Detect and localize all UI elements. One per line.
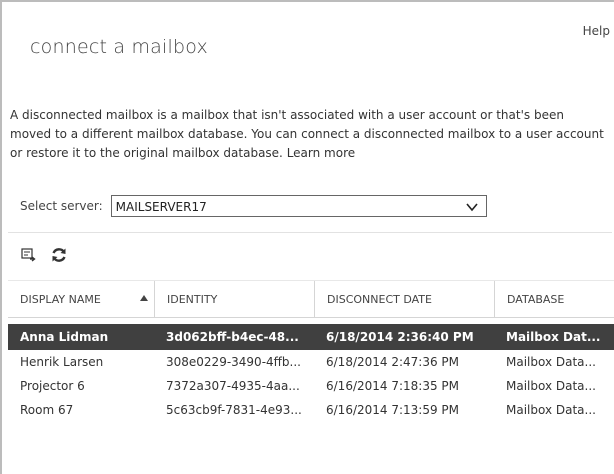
server-selector: Select server: MAILSERVER17: [20, 193, 487, 219]
description: A disconnected mailbox is a mailbox that…: [10, 106, 606, 163]
sort-ascending-icon: [140, 295, 148, 301]
column-header-display-name[interactable]: DISPLAY NAME: [8, 281, 154, 317]
refresh-icon: [52, 248, 66, 262]
cell-identity: 7372a307-4935-4aa...: [166, 379, 300, 393]
table-row[interactable]: Projector 6 7372a307-4935-4aa... 6/16/20…: [8, 374, 614, 398]
cell-disconnect-date: 6/18/2014 2:36:40 PM: [326, 330, 474, 344]
table-header: DISPLAY NAME IDENTITY DISCONNECT DATE DA…: [8, 280, 614, 318]
cell-display-name: Henrik Larsen: [20, 355, 104, 369]
learn-more-link[interactable]: Learn more: [287, 146, 355, 160]
cell-database: Mailbox Dat...: [506, 330, 601, 344]
cell-disconnect-date: 6/16/2014 7:13:59 PM: [326, 403, 460, 417]
cell-database: Mailbox Data...: [506, 355, 596, 369]
cell-display-name: Projector 6: [20, 379, 85, 393]
server-dropdown[interactable]: MAILSERVER17: [110, 195, 487, 217]
column-header-identity[interactable]: IDENTITY: [154, 281, 314, 317]
table-row[interactable]: Room 67 5c63cb9f-7831-4e93... 6/16/2014 …: [8, 398, 614, 422]
mailbox-table: DISPLAY NAME IDENTITY DISCONNECT DATE DA…: [8, 280, 614, 422]
server-label: Select server:: [20, 199, 103, 213]
cell-disconnect-date: 6/16/2014 7:18:35 PM: [326, 379, 460, 393]
refresh-button[interactable]: [50, 246, 68, 264]
cell-identity: 308e0229-3490-4ffb...: [166, 355, 301, 369]
cell-database: Mailbox Data...: [506, 379, 596, 393]
table-row[interactable]: Anna Lidman 3d062bff-b4ec-48... 6/18/201…: [8, 324, 614, 350]
divider: [8, 232, 612, 233]
cell-identity: 5c63cb9f-7831-4e93...: [166, 403, 302, 417]
toolbar: [20, 244, 68, 266]
cell-disconnect-date: 6/18/2014 2:47:36 PM: [326, 355, 460, 369]
table-row[interactable]: Henrik Larsen 308e0229-3490-4ffb... 6/18…: [8, 350, 614, 374]
cell-display-name: Anna Lidman: [20, 330, 109, 344]
server-value: MAILSERVER17: [115, 200, 207, 214]
page-title: connect a mailbox: [30, 36, 208, 58]
connect-icon: [21, 248, 36, 262]
help-link[interactable]: Help: [583, 24, 610, 38]
column-header-disconnect-date[interactable]: DISCONNECT DATE: [314, 281, 494, 317]
cell-display-name: Room 67: [20, 403, 74, 417]
column-header-database[interactable]: DATABASE: [494, 281, 614, 317]
cell-identity: 3d062bff-b4ec-48...: [166, 330, 299, 344]
connect-button[interactable]: [20, 246, 38, 264]
chevron-down-icon: [466, 203, 478, 212]
cell-database: Mailbox Data...: [506, 403, 596, 417]
